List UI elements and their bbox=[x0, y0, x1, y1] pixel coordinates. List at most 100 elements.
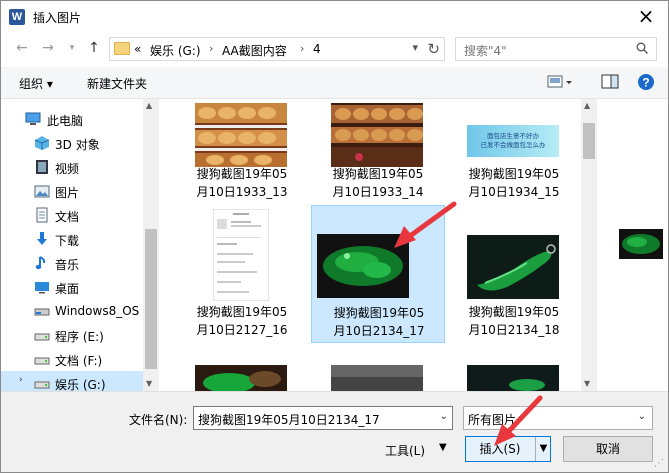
file-list-scrollbar[interactable]: ▲ ▼ bbox=[581, 99, 597, 391]
file-list: 搜狗截图19年05 月10日1933_13 搜狗截图19年05 月10日1933… bbox=[161, 99, 581, 391]
drive-icon bbox=[34, 381, 50, 389]
help-icon[interactable]: ? bbox=[637, 73, 655, 91]
desktop-icon bbox=[35, 282, 49, 294]
file-item[interactable] bbox=[175, 361, 309, 391]
file-type-filter[interactable]: 所有图片 ⌄ bbox=[463, 406, 653, 430]
file-list-scroll-thumb[interactable] bbox=[583, 123, 595, 159]
sidebar-item-pictures[interactable]: 图片 bbox=[1, 179, 143, 203]
tools-menu[interactable]: 工具(L) bbox=[385, 442, 425, 459]
filename-input[interactable]: 搜狗截图19年05月10日2134_17 ⌄ bbox=[193, 406, 453, 430]
chevron-down-icon[interactable]: ⌄ bbox=[638, 411, 646, 422]
scroll-down-icon[interactable]: ▼ bbox=[146, 379, 152, 388]
up-arrow-icon[interactable]: ↑ bbox=[87, 41, 101, 55]
sidebar-item-drive-f[interactable]: 文档 (F:) bbox=[1, 347, 143, 371]
address-bar[interactable]: « 娱乐 (G:) › AA截图内容 › 4 ▾ ↻ bbox=[109, 37, 445, 61]
recent-chevron-icon[interactable]: ▾ bbox=[65, 41, 79, 55]
sidebar-item-label: 程序 (E:) bbox=[55, 330, 104, 344]
drive-icon bbox=[34, 333, 50, 341]
breadcrumb-separator-icon[interactable]: › bbox=[300, 42, 304, 55]
sidebar-item-label: 音乐 bbox=[55, 258, 80, 272]
close-icon[interactable]: × bbox=[634, 6, 658, 28]
sidebar-item-label: 3D 对象 bbox=[55, 138, 100, 152]
filename-label: 文件名(N): bbox=[129, 413, 188, 427]
sidebar-item-label: 下载 bbox=[55, 234, 80, 248]
documents-icon bbox=[36, 207, 48, 223]
file-thumbnail bbox=[195, 103, 287, 167]
file-name-line: 搜狗截图19年05 bbox=[332, 167, 424, 181]
file-item[interactable]: 搜狗截图19年05 月10日2134_18 bbox=[447, 205, 581, 343]
sidebar-item-label: 此电脑 bbox=[47, 114, 84, 128]
insert-button-label: 插入(S) bbox=[479, 442, 521, 456]
breadcrumb-current[interactable]: 4 bbox=[313, 42, 321, 56]
organize-menu[interactable]: 组织 ▾ bbox=[19, 75, 53, 92]
breadcrumb-separator-icon[interactable]: › bbox=[209, 42, 213, 55]
file-name-line: 月10日2127_16 bbox=[196, 323, 288, 337]
file-name-line: 月10日1933_14 bbox=[332, 185, 424, 199]
forward-arrow-icon[interactable]: → bbox=[41, 41, 55, 55]
address-dropdown-icon[interactable]: ▾ bbox=[412, 41, 418, 54]
back-arrow-icon[interactable]: ← bbox=[15, 41, 29, 55]
breadcrumb-overflow[interactable]: « bbox=[134, 42, 141, 56]
sidebar-item-label: 文档 (F:) bbox=[55, 354, 103, 368]
thumbnail-text: 面包店生意不好办 bbox=[487, 131, 540, 140]
scroll-up-icon[interactable]: ▲ bbox=[584, 101, 590, 110]
sidebar-item-this-pc[interactable]: 此电脑 bbox=[1, 107, 143, 131]
window-title: 插入图片 bbox=[33, 11, 82, 25]
music-icon bbox=[35, 256, 46, 270]
file-name-line: 月10日2134_18 bbox=[468, 323, 560, 337]
video-icon bbox=[36, 160, 48, 174]
pictures-icon bbox=[34, 185, 50, 198]
file-thumbnail: 面包店生意不好办 已发不会做面包怎么办 bbox=[467, 125, 559, 157]
sidebar-item-label: 图片 bbox=[55, 186, 80, 200]
tools-dropdown-icon[interactable]: ▼ bbox=[439, 442, 447, 453]
file-item-selected[interactable]: 搜狗截图19年05 月10日2134_17 bbox=[311, 205, 445, 343]
sidebar-item-downloads[interactable]: 下载 bbox=[1, 227, 143, 251]
sidebar-scroll-thumb[interactable] bbox=[145, 229, 157, 369]
file-item[interactable] bbox=[311, 361, 445, 391]
file-thumbnail bbox=[195, 365, 287, 391]
file-type-value: 所有图片 bbox=[468, 413, 517, 427]
file-thumbnail bbox=[467, 365, 559, 391]
preview-image bbox=[619, 229, 663, 259]
sidebar-item-windows8-os[interactable]: Windows8_OS bbox=[1, 299, 143, 323]
refresh-icon[interactable]: ↻ bbox=[427, 40, 440, 58]
search-box[interactable]: 搜索"4" bbox=[455, 37, 657, 61]
cancel-button[interactable]: 取消 bbox=[563, 436, 653, 462]
sidebar-item-label: 视频 bbox=[55, 162, 80, 176]
scroll-up-icon[interactable]: ▲ bbox=[146, 101, 152, 110]
expand-chevron-icon[interactable]: › bbox=[19, 375, 23, 385]
file-name-line: 月10日1933_13 bbox=[196, 185, 288, 199]
sidebar-item-drive-e[interactable]: 程序 (E:) bbox=[1, 323, 143, 347]
filename-value: 搜狗截图19年05月10日2134_17 bbox=[198, 413, 380, 427]
svg-text:?: ? bbox=[642, 76, 649, 90]
view-options-icon[interactable] bbox=[547, 73, 573, 91]
file-item[interactable] bbox=[447, 361, 581, 391]
file-item[interactable]: 搜狗截图19年05 月10日2127_16 bbox=[175, 205, 309, 343]
resize-grip-icon[interactable]: ⋰ bbox=[654, 458, 666, 470]
drive-icon bbox=[34, 308, 50, 316]
chevron-down-icon[interactable]: ⌄ bbox=[440, 411, 448, 422]
insert-button[interactable]: 插入(S) ▼ bbox=[465, 436, 551, 462]
file-thumbnail bbox=[331, 365, 423, 391]
preview-pane-icon[interactable] bbox=[601, 73, 619, 91]
sidebar-item-documents[interactable]: 文档 bbox=[1, 203, 143, 227]
sidebar-item-videos[interactable]: 视频 bbox=[1, 155, 143, 179]
file-name-line: 搜狗截图19年05 bbox=[468, 167, 560, 181]
sidebar-item-label: 桌面 bbox=[55, 282, 80, 296]
sidebar-item-music[interactable]: 音乐 bbox=[1, 251, 143, 275]
search-placeholder: 搜索"4" bbox=[464, 44, 507, 58]
sidebar-item-label: 文档 bbox=[55, 210, 80, 224]
breadcrumb-folder[interactable]: AA截图内容 bbox=[222, 42, 287, 59]
new-folder-button[interactable]: 新建文件夹 bbox=[87, 75, 147, 92]
breadcrumb-drive[interactable]: 娱乐 (G:) bbox=[150, 42, 201, 59]
sidebar-item-desktop[interactable]: 桌面 bbox=[1, 275, 143, 299]
insert-options-dropdown-icon[interactable]: ▼ bbox=[535, 437, 551, 461]
sidebar-scrollbar[interactable]: ▲ ▼ bbox=[143, 99, 159, 391]
folder-icon bbox=[114, 42, 130, 55]
dialog-footer: 文件名(N): 搜狗截图19年05月10日2134_17 ⌄ 所有图片 ⌄ 工具… bbox=[1, 391, 668, 472]
scroll-down-icon[interactable]: ▼ bbox=[584, 379, 590, 388]
sidebar-item-label: Windows8_OS bbox=[55, 304, 140, 318]
file-name-line: 搜狗截图19年05 bbox=[196, 167, 288, 181]
insert-picture-dialog: W 插入图片 × ← → ▾ ↑ « 娱乐 (G:) › AA截图内容 › 4 … bbox=[0, 0, 669, 473]
sidebar-item-3d-objects[interactable]: 3D 对象 bbox=[1, 131, 143, 155]
